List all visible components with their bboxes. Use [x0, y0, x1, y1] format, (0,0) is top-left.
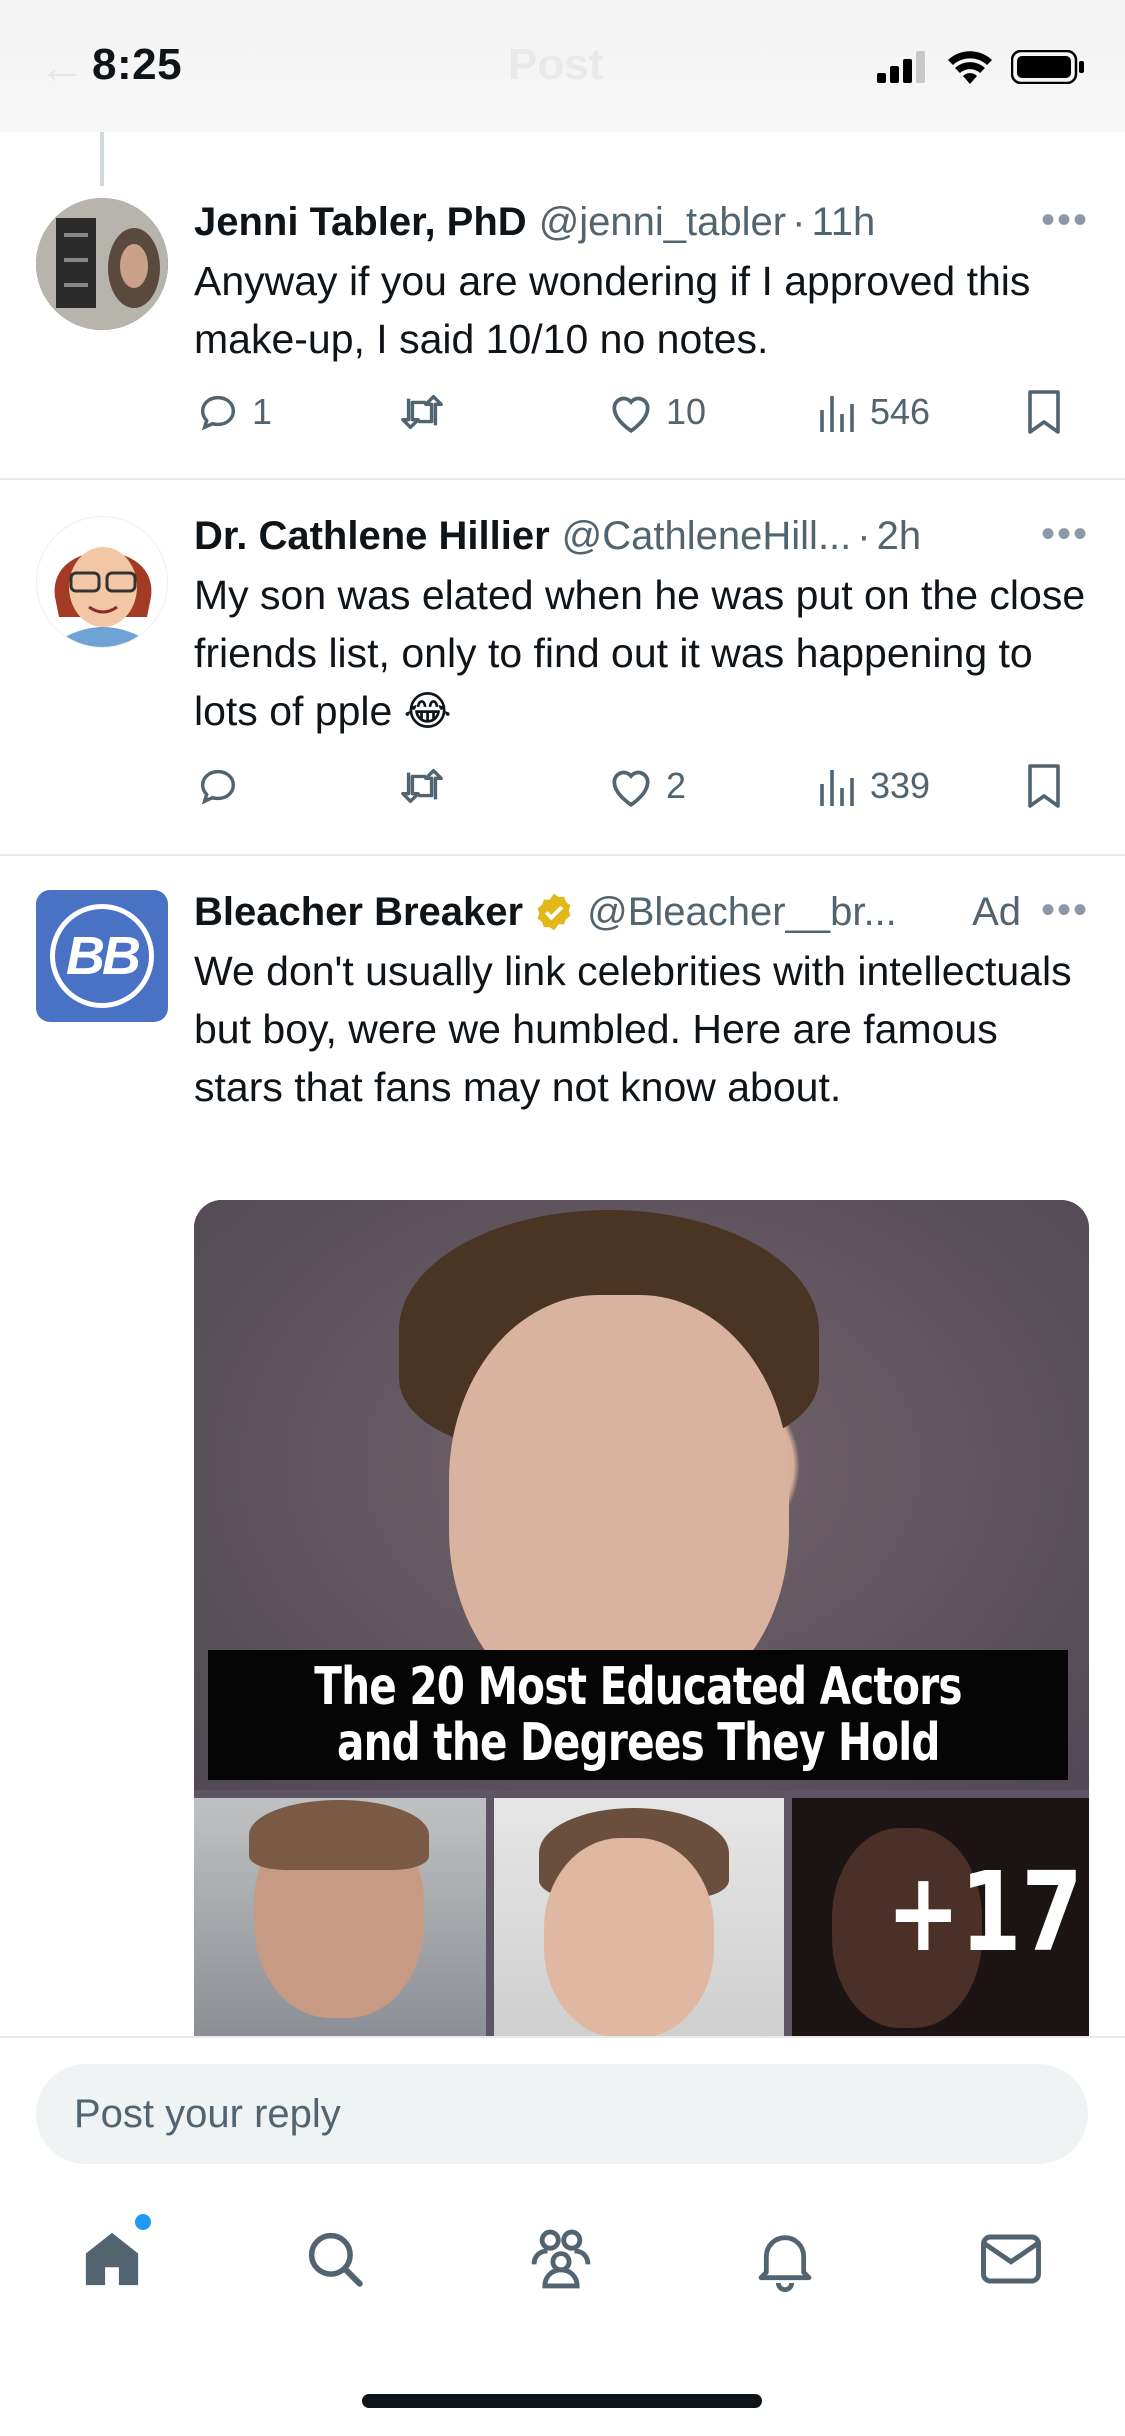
tab-search[interactable]: [290, 2214, 380, 2304]
search-icon: [308, 2232, 363, 2287]
repost-icon: [401, 768, 443, 804]
views-count: 339: [870, 765, 931, 806]
like-button[interactable]: 2: [606, 763, 686, 809]
tweet[interactable]: Dr. Cathlene Hillier @CathleneHill... · …: [0, 480, 1125, 856]
reply-icon: [200, 395, 236, 431]
page-title: Post: [508, 40, 604, 89]
back-arrow-icon[interactable]: ←: [38, 40, 86, 95]
heart-icon: [612, 770, 650, 807]
reply-input[interactable]: [36, 2064, 1088, 2164]
tweet-text: Anyway if you are wondering if I approve…: [194, 258, 1031, 362]
thread-connector: [100, 132, 104, 186]
reply-count: 1: [252, 391, 273, 432]
separator-dot: ·: [857, 514, 871, 558]
reply-button[interactable]: 1: [194, 389, 272, 435]
avatar[interactable]: [36, 198, 168, 330]
tweet-header: Dr. Cathlene Hillier @CathleneHill... · …: [194, 506, 1089, 566]
views-button[interactable]: 546: [816, 390, 930, 434]
caption-line-2: and the Degrees They Hold: [336, 1713, 940, 1773]
status-time: 8:25: [92, 40, 183, 89]
more-icon[interactable]: •••: [1041, 890, 1089, 930]
battery-icon: [1011, 50, 1084, 84]
author-handle[interactable]: @jenni_tabler: [539, 192, 786, 252]
tweet-header: Bleacher Breaker @Bleacher__br...: [194, 882, 1089, 942]
tweet-actions: 2 339: [194, 756, 1089, 816]
tweet-text: We don't usually link celebrities with i…: [194, 948, 1072, 1110]
avatar-logo-text: BB: [66, 926, 141, 986]
thumbnail-image[interactable]: +17: [792, 1798, 1089, 2036]
like-count: 2: [666, 765, 687, 806]
bookmark-button[interactable]: [1024, 762, 1064, 810]
author-name[interactable]: Dr. Cathlene Hillier: [194, 506, 550, 566]
author-handle[interactable]: @CathleneHill...: [562, 506, 852, 566]
notifications-icon: [758, 2235, 812, 2292]
timestamp[interactable]: 2h: [877, 506, 922, 566]
communities-icon: [531, 2229, 591, 2289]
bookmark-icon: [1028, 390, 1060, 434]
image-caption: The 20 Most Educated Actors and the Degr…: [208, 1650, 1068, 1780]
home-indicator: [362, 2394, 762, 2408]
views-icon: [820, 396, 854, 432]
thumb-face: [544, 1838, 714, 2036]
views-icon: [820, 770, 854, 806]
heart-icon: [612, 396, 650, 433]
status-bar: ← 8:25 Post: [0, 0, 1125, 132]
tweet-actions: 1 10 546: [194, 382, 1089, 442]
tweet[interactable]: Jenni Tabler, PhD @jenni_tabler · 11h ••…: [0, 186, 1125, 480]
ad-media-card[interactable]: The 20 Most Educated Actors and the Degr…: [194, 1200, 1089, 2036]
bookmark-button[interactable]: [1024, 388, 1064, 436]
status-icons: [877, 50, 1085, 84]
ad-label: Ad: [972, 890, 1021, 934]
caption-line-1: The 20 Most Educated Actors: [314, 1657, 962, 1717]
thumbnail-row: +17: [194, 1798, 1089, 2036]
author-name[interactable]: Bleacher Breaker: [194, 882, 523, 942]
more-images-count: +17: [886, 1848, 1083, 1976]
tab-messages[interactable]: [966, 2214, 1056, 2304]
home-icon: [85, 2232, 139, 2286]
tweet-header: Jenni Tabler, PhD @jenni_tabler · 11h: [194, 192, 1089, 252]
thumbnail-image[interactable]: [194, 1798, 486, 2036]
reply-button[interactable]: [194, 763, 252, 809]
thumbnail-image[interactable]: [494, 1798, 784, 2036]
messages-icon: [981, 2234, 1041, 2284]
like-count: 10: [666, 391, 707, 432]
timestamp[interactable]: 11h: [811, 192, 875, 252]
thumb-hair: [249, 1800, 429, 1870]
tab-bar: [0, 2184, 1125, 2334]
hero-image[interactable]: The 20 Most Educated Actors and the Degr…: [194, 1200, 1089, 1790]
repost-icon: [401, 394, 443, 430]
tweet-text: My son was elated when he was put on the…: [194, 572, 1086, 734]
verified-badge-icon: [537, 893, 571, 931]
wifi-icon: [948, 51, 992, 84]
separator-dot: ·: [792, 200, 806, 244]
unread-dot: [135, 2214, 151, 2230]
more-icon[interactable]: •••: [1041, 514, 1089, 554]
like-button[interactable]: 10: [606, 389, 706, 435]
bookmark-icon: [1028, 764, 1060, 808]
avatar[interactable]: [36, 516, 168, 648]
author-handle[interactable]: @Bleacher__br...: [587, 882, 897, 942]
author-name[interactable]: Jenni Tabler, PhD: [194, 192, 527, 252]
tab-notifications[interactable]: [740, 2214, 830, 2304]
repost-button[interactable]: [396, 389, 458, 435]
signal-icon: [877, 51, 925, 83]
more-icon[interactable]: •••: [1041, 200, 1089, 240]
tab-home[interactable]: [67, 2214, 157, 2304]
views-button[interactable]: 339: [816, 764, 930, 808]
avatar[interactable]: BB: [36, 890, 168, 1022]
reply-icon: [200, 769, 236, 805]
tab-communities[interactable]: [516, 2214, 606, 2304]
repost-button[interactable]: [396, 763, 458, 809]
views-count: 546: [870, 391, 931, 432]
